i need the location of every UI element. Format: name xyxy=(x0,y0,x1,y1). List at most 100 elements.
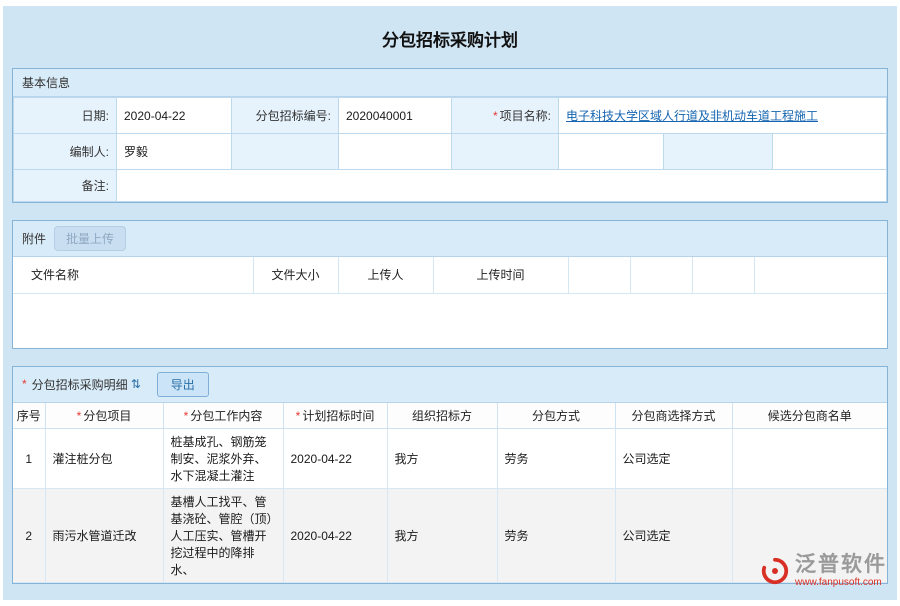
date-value-text: 2020-04-22 xyxy=(124,109,185,123)
cell-candidates xyxy=(732,429,887,489)
fanpu-logo-name: 泛普软件 xyxy=(795,554,887,575)
cell-seq: 1 xyxy=(13,429,45,489)
remark-value xyxy=(117,170,887,202)
col-empty xyxy=(568,257,630,293)
page-title: 分包招标采购计划 xyxy=(3,6,897,68)
cell-organizer: 我方 xyxy=(387,429,497,489)
attachments-title: 附件 xyxy=(22,230,46,247)
project-name-label: *项目名称: xyxy=(452,98,559,134)
cell-method: 劳务 xyxy=(497,429,615,489)
basic-info-title: 基本信息 xyxy=(22,74,70,91)
fanpu-logo: 泛普软件 www.fanpusoft.com xyxy=(760,554,887,588)
cell-project: 灌注桩分包 xyxy=(45,429,163,489)
attachments-empty-body xyxy=(13,294,887,348)
table-row: 备注: xyxy=(14,170,887,202)
col-organizer-text: 组织招标方 xyxy=(412,409,472,423)
col-work-content-text: 分包工作内容 xyxy=(190,409,262,423)
empty-label-cell xyxy=(232,134,339,170)
col-subcontract-method: 分包方式 xyxy=(497,403,615,429)
bid-no-value: 2020040001 xyxy=(339,98,452,134)
date-label-text: 日期: xyxy=(82,109,109,123)
col-subcontract-method-text: 分包方式 xyxy=(532,409,580,423)
bid-no-label: 分包招标编号: xyxy=(232,98,339,134)
detail-row: 2 雨污水管道迁改 基槽人工找平、管基浇砼、管腔（顶）人工压实、管槽开挖过程中的… xyxy=(13,489,887,583)
fanpu-logo-url: www.fanpusoft.com xyxy=(795,577,887,588)
col-plan-bid-time-text: 计划招标时间 xyxy=(302,409,374,423)
empty-label-cell xyxy=(452,134,559,170)
fanpu-logo-text-group: 泛普软件 www.fanpusoft.com xyxy=(795,554,887,588)
table-row: 日期: 2020-04-22 分包招标编号: 2020040001 *项目名称:… xyxy=(14,98,887,134)
col-empty xyxy=(692,257,754,293)
empty-value-cell xyxy=(339,134,452,170)
detail-header: * 分包招标采购明细 ⇅ 导出 xyxy=(13,367,887,403)
fanpu-logo-icon xyxy=(760,556,790,586)
sort-icon[interactable]: ⇅ xyxy=(131,377,141,391)
detail-title: 分包招标采购明细 xyxy=(32,376,128,393)
remark-label-text: 备注: xyxy=(82,179,109,193)
date-label: 日期: xyxy=(14,98,117,134)
col-work-content: *分包工作内容 xyxy=(163,403,283,429)
author-value: 罗毅 xyxy=(117,134,232,170)
date-value: 2020-04-22 xyxy=(117,98,232,134)
cell-time: 2020-04-22 xyxy=(283,489,387,583)
col-upload-time: 上传时间 xyxy=(433,257,568,293)
basic-info-section: 基本信息 日期: 2020-04-22 分包招标编号: 2020040001 *… xyxy=(12,68,888,203)
author-label: 编制人: xyxy=(14,134,117,170)
cell-time: 2020-04-22 xyxy=(283,429,387,489)
cell-selection: 公司选定 xyxy=(615,429,732,489)
attachments-header: 附件 批量上传 xyxy=(13,221,887,257)
col-seq-text: 序号 xyxy=(17,409,41,423)
cell-content: 桩基成孔、钢筋笼制安、泥浆外弃、水下混凝土灌注 xyxy=(163,429,283,489)
col-file-size: 文件大小 xyxy=(253,257,338,293)
empty-value-cell xyxy=(773,134,887,170)
required-asterisk: * xyxy=(77,409,82,423)
required-asterisk: * xyxy=(184,409,189,423)
project-name-label-text: 项目名称: xyxy=(500,109,551,123)
cell-seq: 2 xyxy=(13,489,45,583)
attachments-table: 文件名称 文件大小 上传人 上传时间 xyxy=(13,257,887,294)
bid-no-value-text: 2020040001 xyxy=(346,109,413,123)
basic-info-header: 基本信息 xyxy=(13,69,887,97)
attachments-header-row: 文件名称 文件大小 上传人 上传时间 xyxy=(13,257,887,293)
export-button[interactable]: 导出 xyxy=(157,372,209,397)
author-label-text: 编制人: xyxy=(70,145,109,159)
col-candidates: 候选分包商名单 xyxy=(732,403,887,429)
required-asterisk: * xyxy=(296,409,301,423)
col-candidates-text: 候选分包商名单 xyxy=(768,409,852,423)
app-background: 分包招标采购计划 基本信息 日期: 2020-04-22 分包招标编号: 202… xyxy=(3,6,897,600)
remark-label: 备注: xyxy=(14,170,117,202)
col-subcontract-project: *分包项目 xyxy=(45,403,163,429)
required-asterisk: * xyxy=(493,109,498,123)
attachments-section: 附件 批量上传 文件名称 文件大小 上传人 上传时间 xyxy=(12,220,888,349)
col-empty xyxy=(754,257,887,293)
detail-title-group: * 分包招标采购明细 ⇅ xyxy=(22,376,141,393)
empty-label-cell xyxy=(664,134,773,170)
author-value-text: 罗毅 xyxy=(124,145,148,159)
cell-content: 基槽人工找平、管基浇砼、管腔（顶）人工压实、管槽开挖过程中的降排水、 xyxy=(163,489,283,583)
empty-value-cell xyxy=(559,134,664,170)
col-seq: 序号 xyxy=(13,403,45,429)
table-row: 编制人: 罗毅 xyxy=(14,134,887,170)
col-selection-method: 分包商选择方式 xyxy=(615,403,732,429)
project-name-value: 电子科技大学区域人行道及非机动车道工程施工 xyxy=(559,98,887,134)
project-name-link[interactable]: 电子科技大学区域人行道及非机动车道工程施工 xyxy=(566,109,818,123)
col-file-name: 文件名称 xyxy=(13,257,253,293)
col-subcontract-project-text: 分包项目 xyxy=(83,409,131,423)
detail-table: 序号 *分包项目 *分包工作内容 *计划招标时间 组织招标方 分包方式 分包商选… xyxy=(13,403,887,584)
batch-upload-button[interactable]: 批量上传 xyxy=(54,226,126,251)
col-selection-method-text: 分包商选择方式 xyxy=(631,409,715,423)
content-wrap: 基本信息 日期: 2020-04-22 分包招标编号: 2020040001 *… xyxy=(3,68,897,584)
cell-organizer: 我方 xyxy=(387,489,497,583)
col-plan-bid-time: *计划招标时间 xyxy=(283,403,387,429)
col-empty xyxy=(630,257,692,293)
required-asterisk: * xyxy=(22,377,27,391)
detail-section: * 分包招标采购明细 ⇅ 导出 序号 *分包项目 *分包工作内容 *计划招标时间 xyxy=(12,366,888,585)
detail-columns-row: 序号 *分包项目 *分包工作内容 *计划招标时间 组织招标方 分包方式 分包商选… xyxy=(13,403,887,429)
cell-selection: 公司选定 xyxy=(615,489,732,583)
detail-row: 1 灌注桩分包 桩基成孔、钢筋笼制安、泥浆外弃、水下混凝土灌注 2020-04-… xyxy=(13,429,887,489)
cell-project: 雨污水管道迁改 xyxy=(45,489,163,583)
col-organizer: 组织招标方 xyxy=(387,403,497,429)
bid-no-label-text: 分包招标编号: xyxy=(256,109,331,123)
basic-info-table: 日期: 2020-04-22 分包招标编号: 2020040001 *项目名称:… xyxy=(13,97,887,202)
cell-method: 劳务 xyxy=(497,489,615,583)
